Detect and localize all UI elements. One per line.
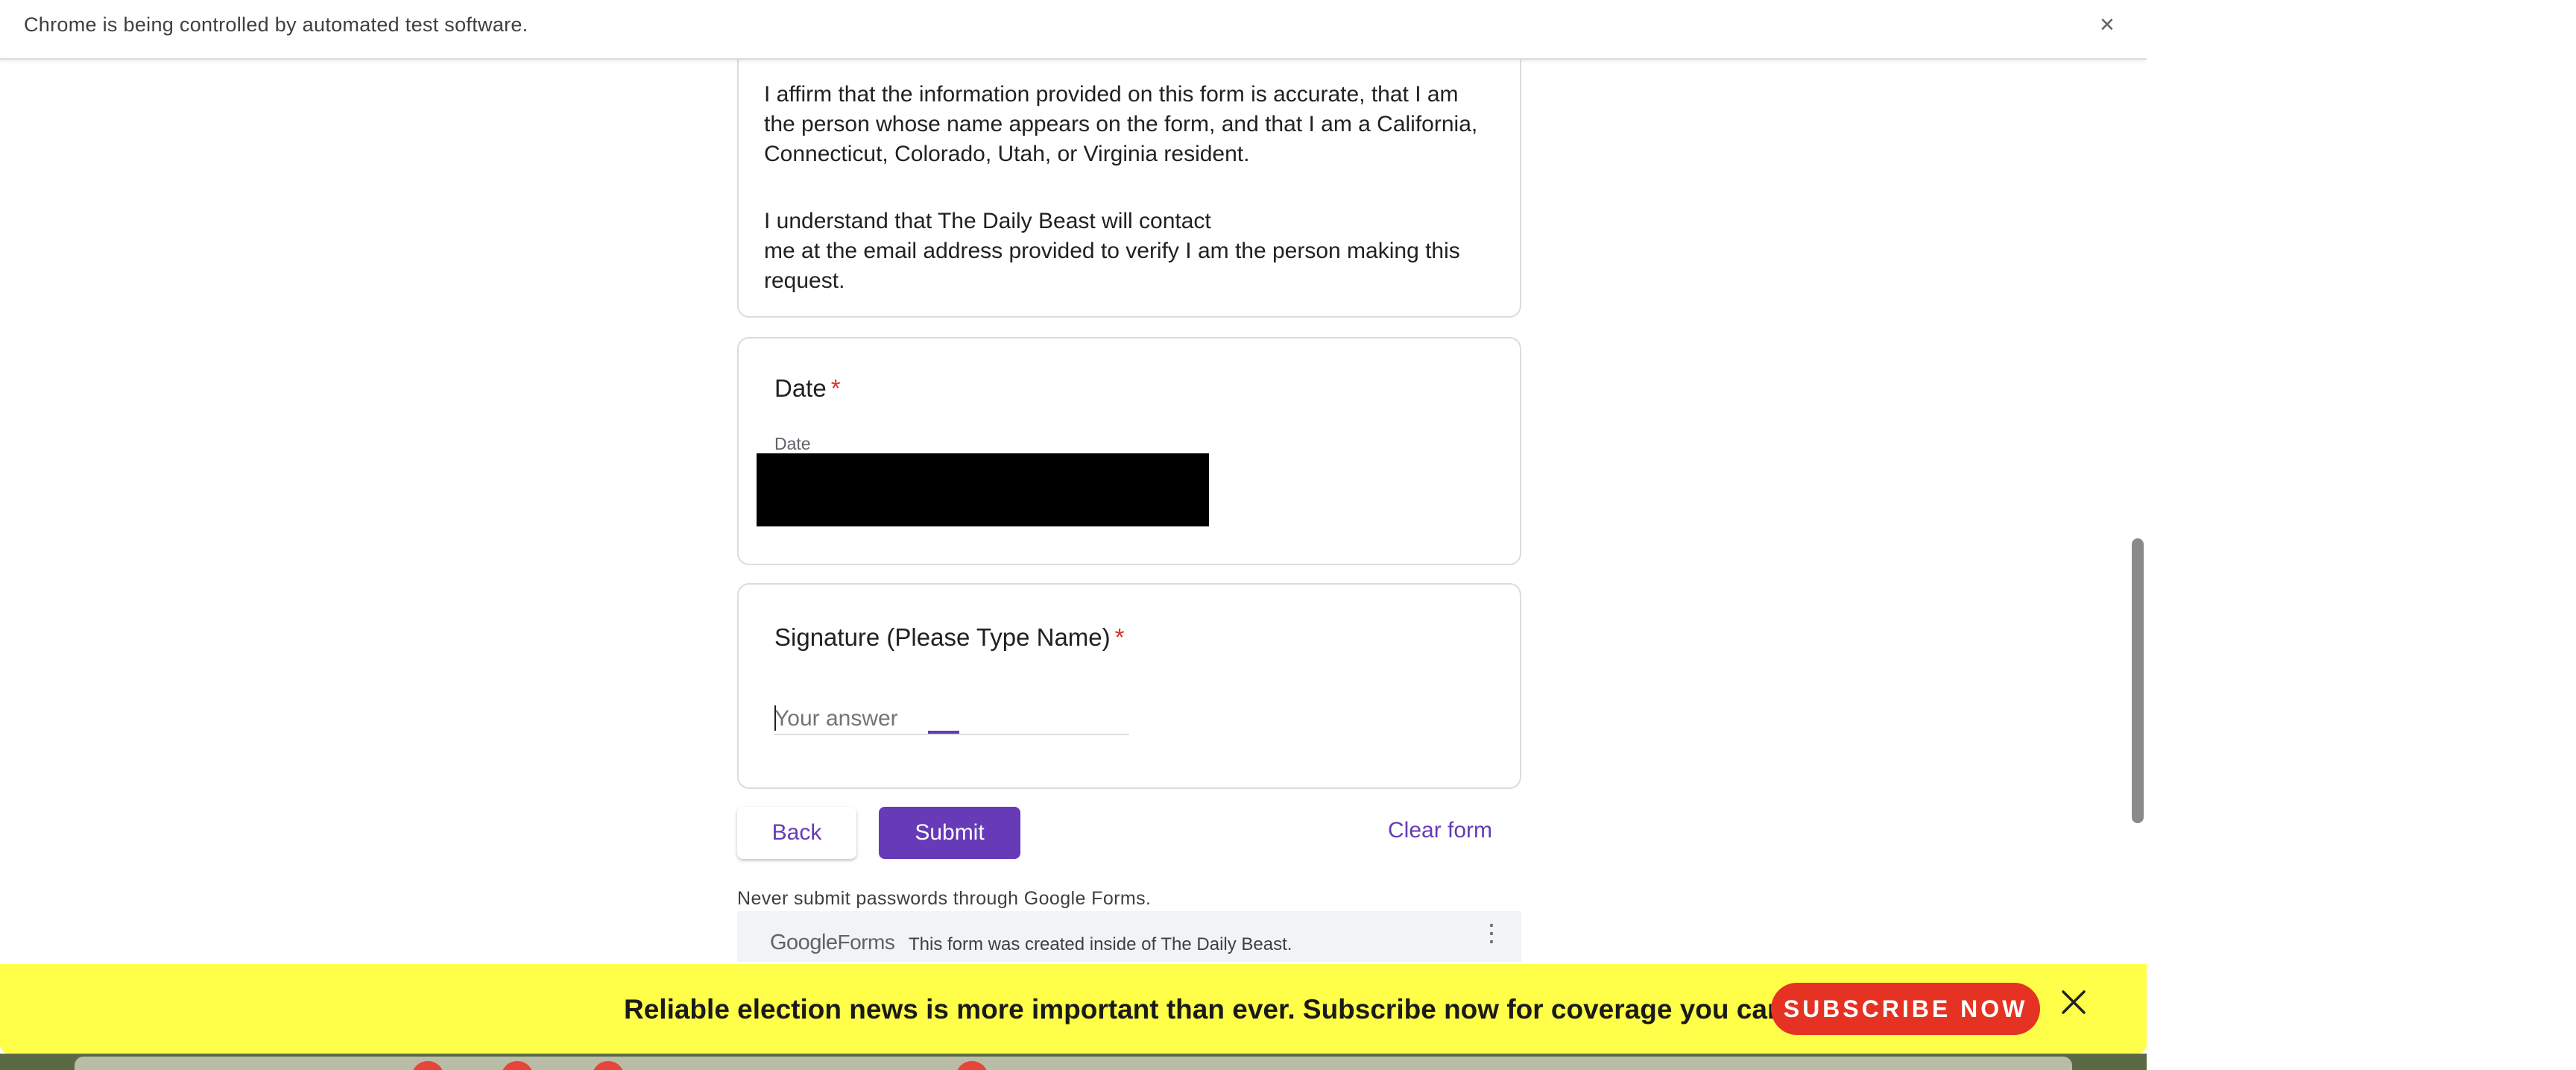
browser-page: Chrome is being controlled by automated … [0, 0, 2147, 1070]
password-warning: Never submit passwords through Google Fo… [737, 888, 1152, 909]
google-forms-logo[interactable]: GoogleForms [770, 931, 895, 955]
desktop-taskbar [0, 1054, 2147, 1070]
scrollbar-thumb[interactable] [2132, 538, 2144, 823]
logo-forms: Forms [837, 931, 895, 954]
dock [75, 1057, 2072, 1070]
more-vert-icon[interactable]: ⋮ [1480, 921, 1503, 945]
signature-question-card: Signature (Please Type Name) * [737, 583, 1521, 789]
subscribe-now-button[interactable]: SUBSCRIBE NOW [1771, 983, 2040, 1035]
understand-text-line2: me at the email address provided to veri… [764, 239, 1460, 293]
affirmation-card: I affirm that the information provided o… [737, 30, 1521, 318]
footer-created-text: This form was created inside of The Dail… [909, 934, 1292, 954]
signature-question-label: Signature (Please Type Name) [774, 623, 1111, 651]
date-sub-label: Date [774, 434, 811, 453]
understand-text-line1: I understand that The Daily Beast will c… [764, 209, 1211, 233]
empty-area [2147, 0, 2576, 1070]
banner-message: Reliable election news is more important… [624, 994, 1916, 1025]
clear-form-button[interactable]: Clear form [1388, 818, 1492, 843]
back-button[interactable]: Back [737, 807, 856, 859]
date-question-card: Date * Date [737, 337, 1521, 565]
automation-infobar: Chrome is being controlled by automated … [0, 0, 2147, 60]
subscribe-banner: Reliable election news is more important… [0, 964, 2147, 1054]
affirmation-text: I affirm that the information provided o… [764, 82, 1478, 166]
logo-google: Google [770, 931, 838, 954]
signature-question-title: Signature (Please Type Name) * [774, 623, 1124, 652]
redacted-date-field[interactable] [757, 453, 1209, 526]
date-question-title: Date * [774, 374, 841, 403]
date-question-label: Date [774, 374, 827, 402]
required-asterisk: * [1114, 623, 1125, 651]
google-forms-footer: GoogleForms This form was created inside… [737, 911, 1521, 962]
required-asterisk: * [830, 374, 841, 402]
input-focus-underline [928, 731, 959, 734]
text-caret [774, 705, 776, 731]
submit-button[interactable]: Submit [879, 807, 1020, 859]
infobar-message: Chrome is being controlled by automated … [24, 13, 528, 36]
close-icon[interactable] [2059, 987, 2089, 1017]
close-icon[interactable]: × [2100, 10, 2115, 40]
understand-text: I understand that The Daily Beast will c… [764, 207, 1494, 296]
